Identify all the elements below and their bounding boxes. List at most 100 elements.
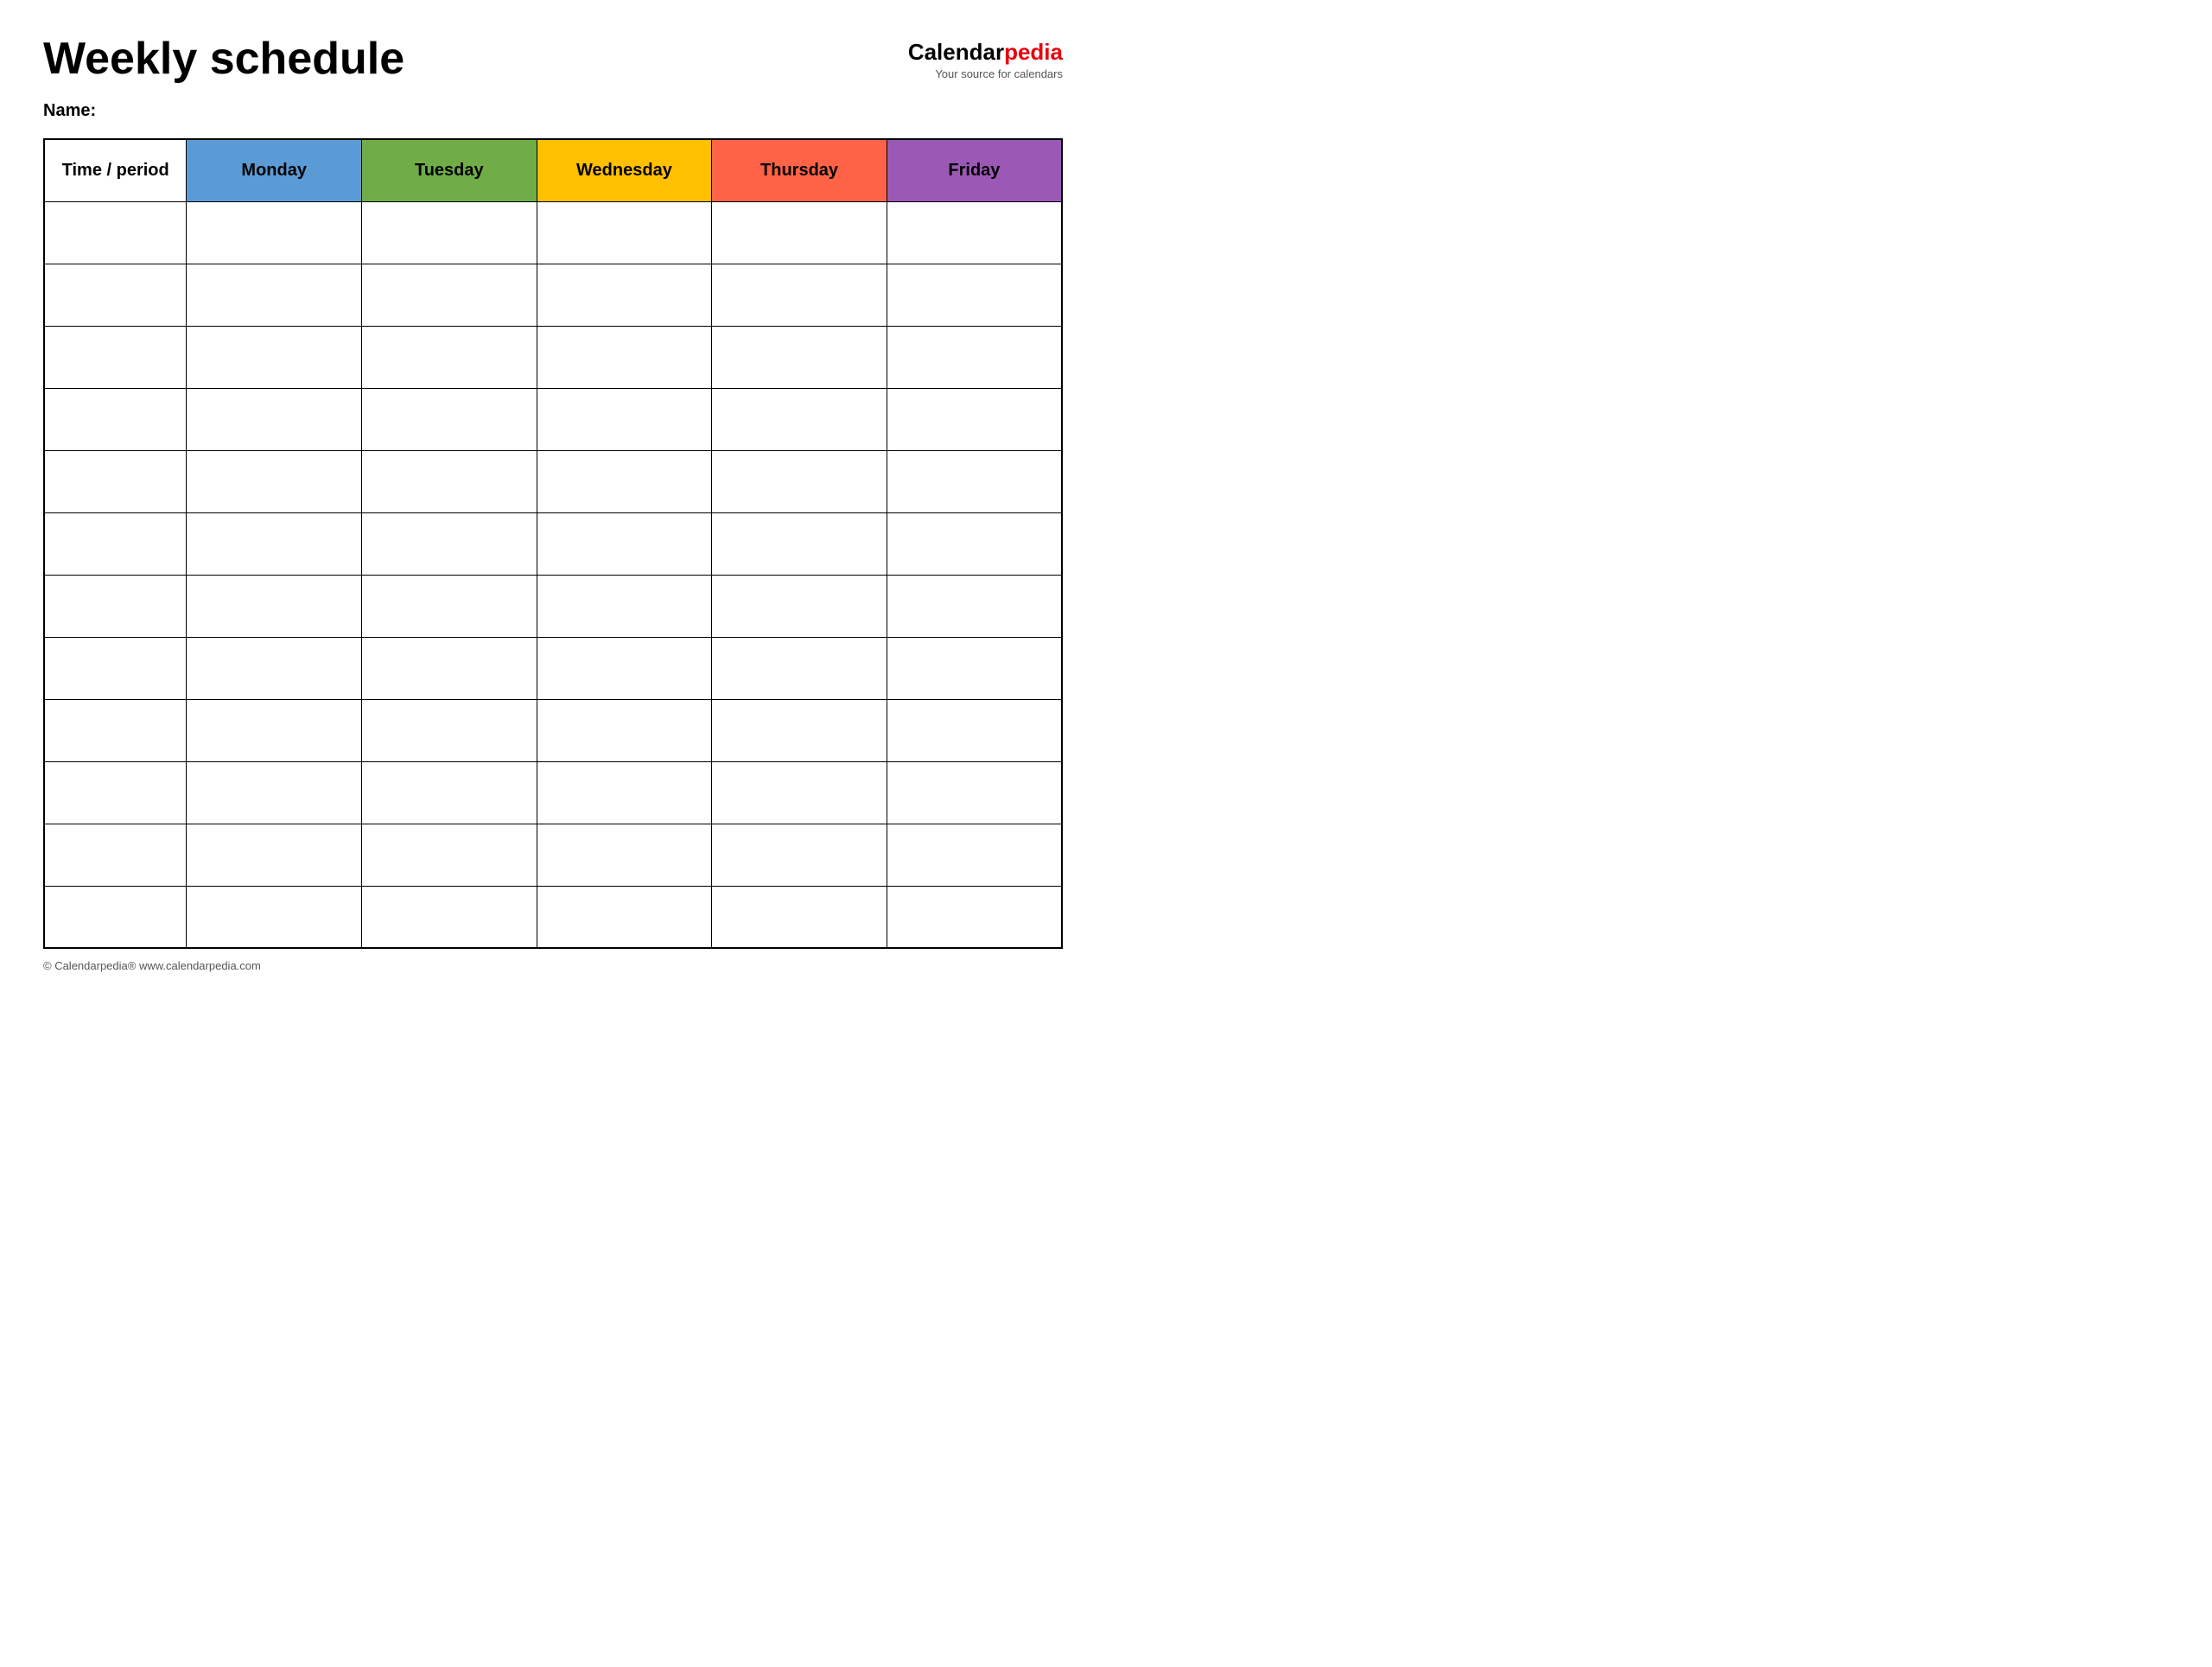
table-cell[interactable] <box>537 201 712 264</box>
table-cell[interactable] <box>187 824 362 886</box>
table-cell[interactable] <box>362 824 537 886</box>
table-row <box>44 761 1062 824</box>
table-cell[interactable] <box>362 637 537 699</box>
table-cell[interactable] <box>887 201 1062 264</box>
logo: Calendarpedia Your source for calendars <box>908 39 1063 80</box>
table-row <box>44 699 1062 761</box>
table-cell[interactable] <box>187 637 362 699</box>
table-cell[interactable] <box>362 512 537 575</box>
table-row <box>44 264 1062 326</box>
table-cell[interactable] <box>44 512 187 575</box>
table-cell[interactable] <box>537 388 712 450</box>
table-cell[interactable] <box>537 637 712 699</box>
table-cell[interactable] <box>712 761 887 824</box>
header-wednesday: Wednesday <box>537 139 712 201</box>
table-cell[interactable] <box>712 637 887 699</box>
table-cell[interactable] <box>44 201 187 264</box>
table-cell[interactable] <box>887 450 1062 512</box>
table-cell[interactable] <box>537 450 712 512</box>
table-header-row: Time / period Monday Tuesday Wednesday T… <box>44 139 1062 201</box>
table-cell[interactable] <box>537 264 712 326</box>
table-cell[interactable] <box>887 761 1062 824</box>
table-cell[interactable] <box>44 264 187 326</box>
footer: © Calendarpedia® www.calendarpedia.com <box>43 959 1063 972</box>
table-cell[interactable] <box>887 388 1062 450</box>
header-time: Time / period <box>44 139 187 201</box>
table-cell[interactable] <box>44 886 187 948</box>
table-cell[interactable] <box>44 824 187 886</box>
table-cell[interactable] <box>712 824 887 886</box>
table-cell[interactable] <box>537 326 712 388</box>
table-cell[interactable] <box>187 761 362 824</box>
table-cell[interactable] <box>362 761 537 824</box>
table-cell[interactable] <box>887 512 1062 575</box>
table-cell[interactable] <box>362 326 537 388</box>
table-cell[interactable] <box>44 575 187 637</box>
table-cell[interactable] <box>44 761 187 824</box>
table-cell[interactable] <box>187 388 362 450</box>
table-cell[interactable] <box>887 264 1062 326</box>
table-cell[interactable] <box>187 264 362 326</box>
table-cell[interactable] <box>887 886 1062 948</box>
table-cell[interactable] <box>712 886 887 948</box>
table-cell[interactable] <box>537 886 712 948</box>
table-cell[interactable] <box>712 201 887 264</box>
table-row <box>44 388 1062 450</box>
table-cell[interactable] <box>44 699 187 761</box>
table-cell[interactable] <box>537 699 712 761</box>
table-cell[interactable] <box>44 388 187 450</box>
table-cell[interactable] <box>712 264 887 326</box>
table-cell[interactable] <box>712 326 887 388</box>
name-row: Name: <box>43 101 1063 121</box>
page-title: Weekly schedule <box>43 35 404 84</box>
table-cell[interactable] <box>887 637 1062 699</box>
table-cell[interactable] <box>887 699 1062 761</box>
table-cell[interactable] <box>187 699 362 761</box>
table-cell[interactable] <box>187 886 362 948</box>
logo-text: Calendarpedia <box>908 39 1063 66</box>
table-row <box>44 450 1062 512</box>
table-cell[interactable] <box>712 388 887 450</box>
header-tuesday: Tuesday <box>362 139 537 201</box>
table-cell[interactable] <box>537 761 712 824</box>
table-cell[interactable] <box>887 326 1062 388</box>
table-cell[interactable] <box>537 824 712 886</box>
table-cell[interactable] <box>712 512 887 575</box>
footer-text: © Calendarpedia® www.calendarpedia.com <box>43 959 261 972</box>
table-cell[interactable] <box>187 326 362 388</box>
table-cell[interactable] <box>187 201 362 264</box>
table-cell[interactable] <box>537 512 712 575</box>
table-cell[interactable] <box>362 264 537 326</box>
table-cell[interactable] <box>362 201 537 264</box>
table-cell[interactable] <box>187 512 362 575</box>
table-cell[interactable] <box>362 388 537 450</box>
header-thursday: Thursday <box>712 139 887 201</box>
table-cell[interactable] <box>362 575 537 637</box>
table-cell[interactable] <box>362 450 537 512</box>
table-cell[interactable] <box>187 575 362 637</box>
table-cell[interactable] <box>712 450 887 512</box>
header-friday: Friday <box>887 139 1062 201</box>
table-cell[interactable] <box>44 450 187 512</box>
table-cell[interactable] <box>712 575 887 637</box>
table-cell[interactable] <box>44 326 187 388</box>
table-row <box>44 886 1062 948</box>
table-row <box>44 637 1062 699</box>
table-cell[interactable] <box>362 699 537 761</box>
table-cell[interactable] <box>187 450 362 512</box>
table-row <box>44 575 1062 637</box>
schedule-table: Time / period Monday Tuesday Wednesday T… <box>43 138 1063 949</box>
logo-pedia: pedia <box>1004 39 1063 65</box>
logo-calendar: Calendar <box>908 39 1004 65</box>
table-row <box>44 326 1062 388</box>
table-cell[interactable] <box>887 575 1062 637</box>
table-row <box>44 201 1062 264</box>
table-cell[interactable] <box>887 824 1062 886</box>
table-cell[interactable] <box>44 637 187 699</box>
table-cell[interactable] <box>537 575 712 637</box>
table-cell[interactable] <box>712 699 887 761</box>
header-monday: Monday <box>187 139 362 201</box>
name-label: Name: <box>43 101 96 120</box>
page-header: Weekly schedule Calendarpedia Your sourc… <box>43 35 1063 84</box>
table-cell[interactable] <box>362 886 537 948</box>
